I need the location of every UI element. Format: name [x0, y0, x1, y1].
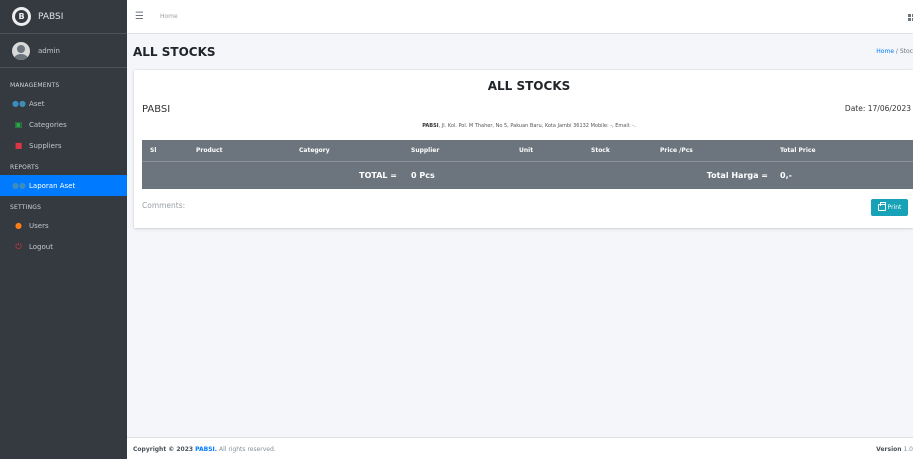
nav-header-settings: SETTINGS [10, 204, 42, 211]
column-header-price-pcs: Price /Pcs [660, 140, 780, 161]
content-header: ALL STOCKS Home / Stoc [127, 34, 913, 70]
sidebar-item-suppliers[interactable]: ■ Suppliers [0, 135, 127, 156]
print-button-label: Print [887, 204, 902, 211]
total-price-label: Total Harga = [660, 160, 780, 189]
address-text: , Jl. Kol. Pol. M Thaher, No 5, Pakuan B… [438, 123, 636, 129]
breadcrumb-current: Stoc [899, 48, 913, 55]
column-header-product: Product [196, 140, 299, 161]
nav-home-link[interactable]: Home [160, 13, 178, 20]
sidebar-item-categories[interactable]: ▣ Categories [0, 114, 127, 135]
sidebar: B PABSI admin MANAGEMENTS ●● Aset ▣ Cate… [0, 0, 127, 459]
power-icon: ⏻ [15, 241, 22, 251]
menu-toggle-icon[interactable]: ☰ [135, 11, 145, 22]
user-name: admin [38, 46, 60, 55]
copyright-suffix: All rights reserved. [217, 446, 276, 453]
copyright-prefix: Copyright © 2023 [133, 446, 196, 453]
report-card: ALL STOCKS PABSI Date: 17/06/2023 PABSI,… [134, 70, 913, 228]
footer: Copyright © 2023 PABSI. All rights reser… [127, 437, 913, 459]
column-header-unit: Unit [519, 140, 591, 161]
sidebar-item-users[interactable]: ● Users [0, 215, 127, 236]
page-title: ALL STOCKS [133, 45, 216, 59]
column-header-stock: Stock [591, 140, 660, 161]
truck-icon: ■ [14, 141, 23, 150]
sidebar-item-label: Suppliers [29, 141, 62, 150]
total-value: 0 Pcs [411, 160, 660, 189]
version: Version 1.0 [876, 446, 913, 453]
comments-label: Comments: [142, 201, 186, 210]
brand-name: PABSI [38, 11, 64, 22]
company-address: PABSI, Jl. Kol. Pol. M Thaher, No 5, Pak… [134, 123, 913, 129]
brand-link[interactable]: B PABSI [0, 0, 127, 34]
brand-logo-letter: B [15, 10, 28, 23]
avatar [12, 41, 30, 60]
stock-table: Sl Product Category Supplier Unit Stock … [142, 140, 913, 189]
column-header-supplier: Supplier [411, 140, 519, 161]
column-header-sl: Sl [142, 140, 196, 161]
report-date: Date: 17/06/2023 [844, 104, 911, 113]
column-header-category: Category [299, 140, 411, 161]
sidebar-item-label: Logout [29, 242, 53, 251]
copyright: Copyright © 2023 PABSI. All rights reser… [133, 446, 276, 453]
sidebar-item-aset[interactable]: ●● Aset [0, 93, 127, 114]
company-name: PABSI [142, 104, 171, 115]
people-icon: ●● [12, 99, 26, 108]
nav-header-reports: REPORTS [10, 164, 39, 171]
version-label: Version [876, 446, 902, 453]
breadcrumb: Home / Stoc [876, 48, 913, 55]
user-panel[interactable]: admin [0, 34, 127, 68]
sidebar-item-label: Categories [29, 120, 67, 129]
copyright-brand-link[interactable]: PABSI. [195, 446, 217, 453]
print-button[interactable]: Print [871, 199, 908, 216]
table-total-row: TOTAL = 0 Pcs Total Harga = 0,- [142, 160, 913, 189]
brand-logo-icon: B [12, 7, 31, 26]
sidebar-item-laporan-aset[interactable]: ●● Laporan Aset [0, 175, 127, 196]
breadcrumb-home-link[interactable]: Home [876, 48, 894, 55]
apps-grid-icon[interactable] [908, 14, 913, 21]
table-header-row: Sl Product Category Supplier Unit Stock … [142, 140, 913, 161]
report-title: ALL STOCKS [487, 79, 571, 93]
sidebar-item-label: Laporan Aset [29, 181, 76, 190]
sidebar-item-label: Users [29, 221, 49, 230]
users-icon: ● [15, 221, 22, 230]
total-label: TOTAL = [142, 160, 411, 189]
version-value: 1.0 [903, 446, 913, 453]
sidebar-item-label: Aset [29, 99, 45, 108]
sidebar-item-logout[interactable]: ⏻ Logout [0, 236, 127, 257]
address-company-name: PABSI [422, 123, 439, 129]
top-navbar: ☰ Home [127, 0, 913, 34]
column-header-total-price: Total Price [780, 140, 913, 161]
sitemap-icon: ▣ [14, 120, 23, 129]
nav-header-managements: MANAGEMENTS [10, 82, 60, 89]
total-price-value: 0,- [780, 160, 913, 189]
people-icon: ●● [12, 181, 26, 190]
printer-icon [877, 202, 886, 211]
